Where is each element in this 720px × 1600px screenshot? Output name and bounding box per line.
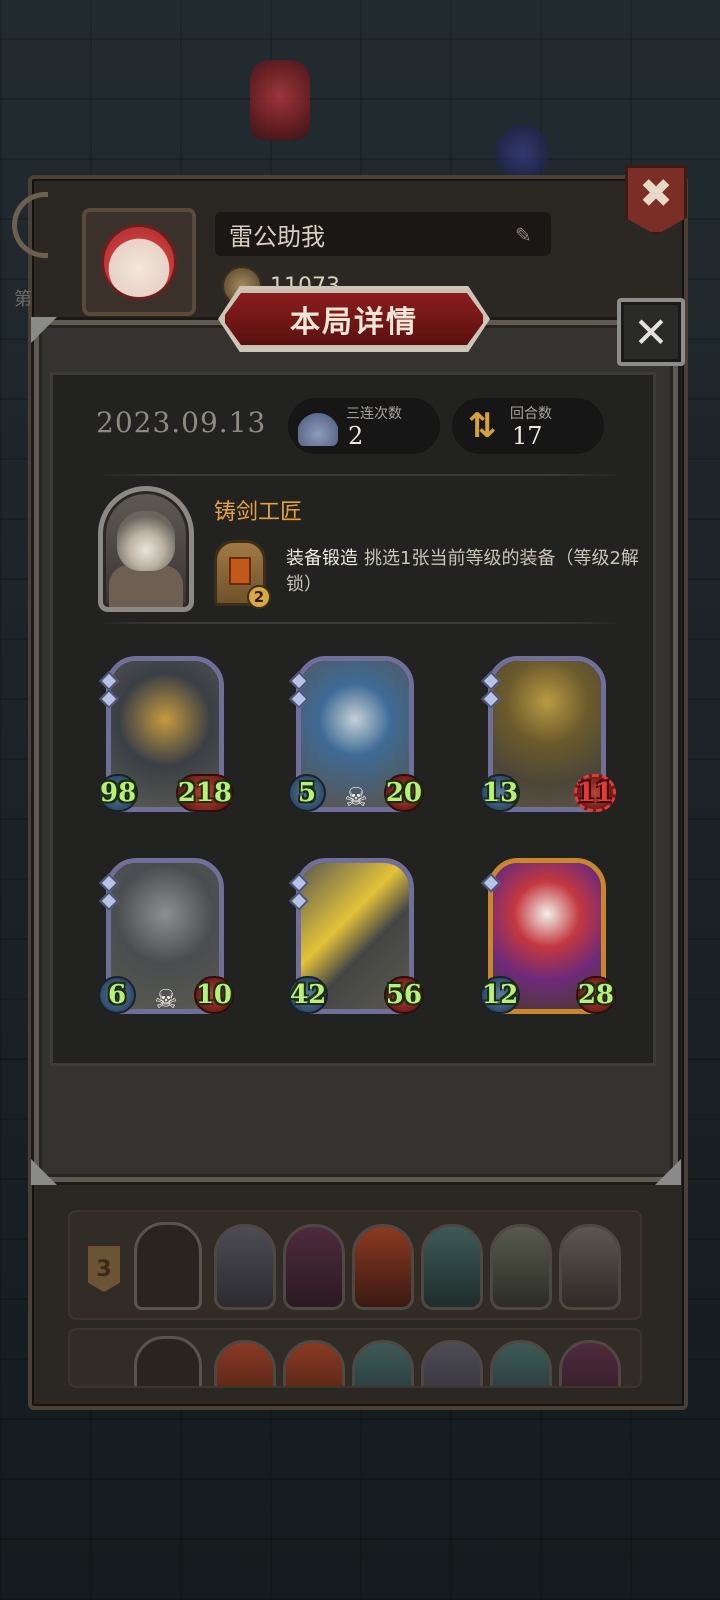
health-stat: 10 [193, 976, 234, 1014]
health-stat: 218 [175, 774, 234, 812]
unit-thumbnail [490, 1340, 552, 1386]
attack-stat: 13 [480, 774, 521, 812]
corner-ornament [31, 317, 57, 343]
skull-icon: ☠ [344, 783, 368, 813]
lantern-decoration [250, 60, 310, 140]
triple-label: 三连次数 [346, 406, 402, 422]
unit-thumbnail [283, 1340, 345, 1386]
health-stat: 11 [573, 774, 616, 812]
unit-thumbnail [214, 1340, 276, 1386]
divider [96, 474, 624, 476]
triple-count-pill: 三连次数 2 [288, 398, 440, 454]
modal-close-button[interactable]: ✕ [617, 298, 685, 366]
unit-card[interactable]: 6 10 ☠ [98, 858, 234, 1018]
hero-name: 铸剑工匠 [214, 500, 303, 525]
skill-level-badge: 2 [247, 585, 271, 609]
divider [96, 622, 624, 624]
attack-stat: 5 [288, 774, 326, 812]
hero-body [109, 565, 183, 607]
attack-stat: 12 [480, 976, 521, 1014]
book-icon [229, 557, 251, 585]
unit-thumbnail [490, 1224, 552, 1310]
skill-name: 装备锻造 [286, 548, 358, 569]
refresh-icon: ⇅ [467, 406, 497, 446]
unit-thumbnail [559, 1224, 621, 1310]
modal-title: 本局详情 [222, 290, 486, 348]
edit-icon[interactable]: ✎ [515, 224, 537, 246]
health-stat: 56 [383, 976, 424, 1014]
unit-card[interactable]: 98 218 [98, 656, 234, 816]
side-label: 第 [14, 289, 32, 310]
unit-thumbnail [421, 1224, 483, 1310]
unit-card[interactable]: 12 28 [480, 858, 616, 1018]
attack-stat: 98 [98, 774, 139, 812]
unit-card[interactable]: 5 20 ☠ [288, 656, 424, 816]
hero-face [117, 511, 175, 571]
round-count-pill: ⇅ 回合数 17 [452, 398, 604, 454]
health-stat: 20 [383, 774, 424, 812]
unit-card[interactable]: 13 11 [480, 656, 616, 816]
unit-thumbnail [559, 1340, 621, 1386]
unit-thumbnail [283, 1224, 345, 1310]
skill-description: 装备锻造 挑选1张当前等级的装备（等级2解锁） [286, 546, 646, 598]
lantern-decoration [495, 125, 550, 180]
avatar-face [101, 224, 177, 300]
close-icon: ✖ [639, 171, 673, 217]
corner-ornament [31, 1159, 57, 1185]
attack-stat: 42 [288, 976, 329, 1014]
unit-thumbnail [214, 1224, 276, 1310]
attack-stat: 6 [98, 976, 136, 1014]
unit-thumbnail [352, 1224, 414, 1310]
hero-portrait [134, 1222, 202, 1310]
hero-portrait[interactable] [98, 486, 194, 612]
corner-ornament [655, 1159, 681, 1185]
history-row[interactable]: 3 [68, 1210, 642, 1320]
unit-card[interactable]: 42 56 [288, 858, 424, 1018]
hero-portrait [134, 1336, 202, 1386]
triple-value: 2 [348, 422, 364, 450]
history-row[interactable] [68, 1328, 642, 1388]
avatar[interactable] [82, 208, 196, 316]
round-value: 17 [512, 422, 543, 450]
match-date: 2023.09.13 [96, 406, 267, 439]
player-name-field[interactable]: 雷公助我 ✎ [215, 212, 551, 256]
rank-badge: 3 [88, 1246, 120, 1292]
round-label: 回合数 [510, 406, 552, 422]
player-name: 雷公助我 [229, 222, 325, 251]
skill-icon[interactable]: 2 [214, 540, 271, 609]
close-icon: ✕ [633, 307, 669, 357]
health-stat: 28 [575, 976, 616, 1014]
triple-icon [298, 406, 338, 446]
unit-thumbnail [421, 1340, 483, 1386]
skull-icon: ☠ [154, 985, 178, 1015]
unit-thumbnail [352, 1340, 414, 1386]
